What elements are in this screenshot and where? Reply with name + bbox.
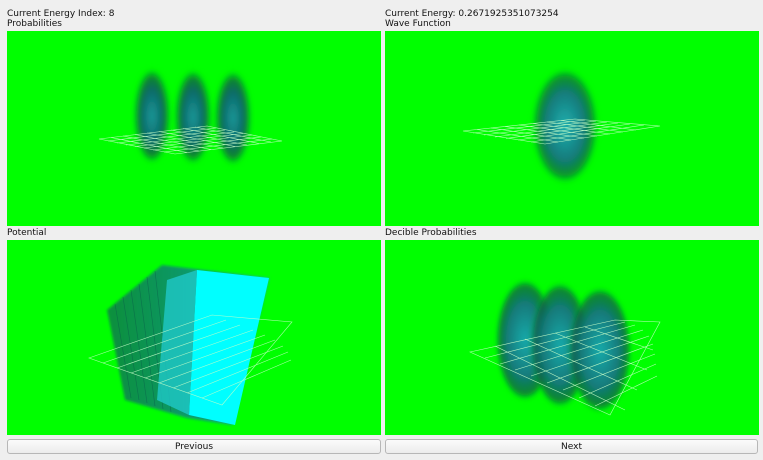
- probabilities-title: Probabilities: [7, 19, 62, 29]
- wave-function-volume-render: [462, 68, 661, 184]
- probabilities-view[interactable]: [7, 31, 381, 226]
- potential-view[interactable]: [7, 240, 381, 435]
- wave-function-title: Wave Function: [385, 19, 451, 29]
- next-button[interactable]: Next: [385, 439, 758, 454]
- previous-button[interactable]: Previous: [7, 439, 381, 454]
- potential-volume-render: [88, 265, 293, 425]
- decible-probabilities-view[interactable]: [385, 240, 759, 435]
- potential-title: Potential: [7, 228, 47, 238]
- app-window: Current Energy Index: 8 Current Energy: …: [0, 0, 763, 460]
- wave-function-view[interactable]: [385, 31, 759, 226]
- probabilities-volume-render: [98, 68, 283, 166]
- decible-probabilities-title: Decible Probabilities: [385, 228, 477, 238]
- decible-probabilities-volume-render: [469, 278, 661, 416]
